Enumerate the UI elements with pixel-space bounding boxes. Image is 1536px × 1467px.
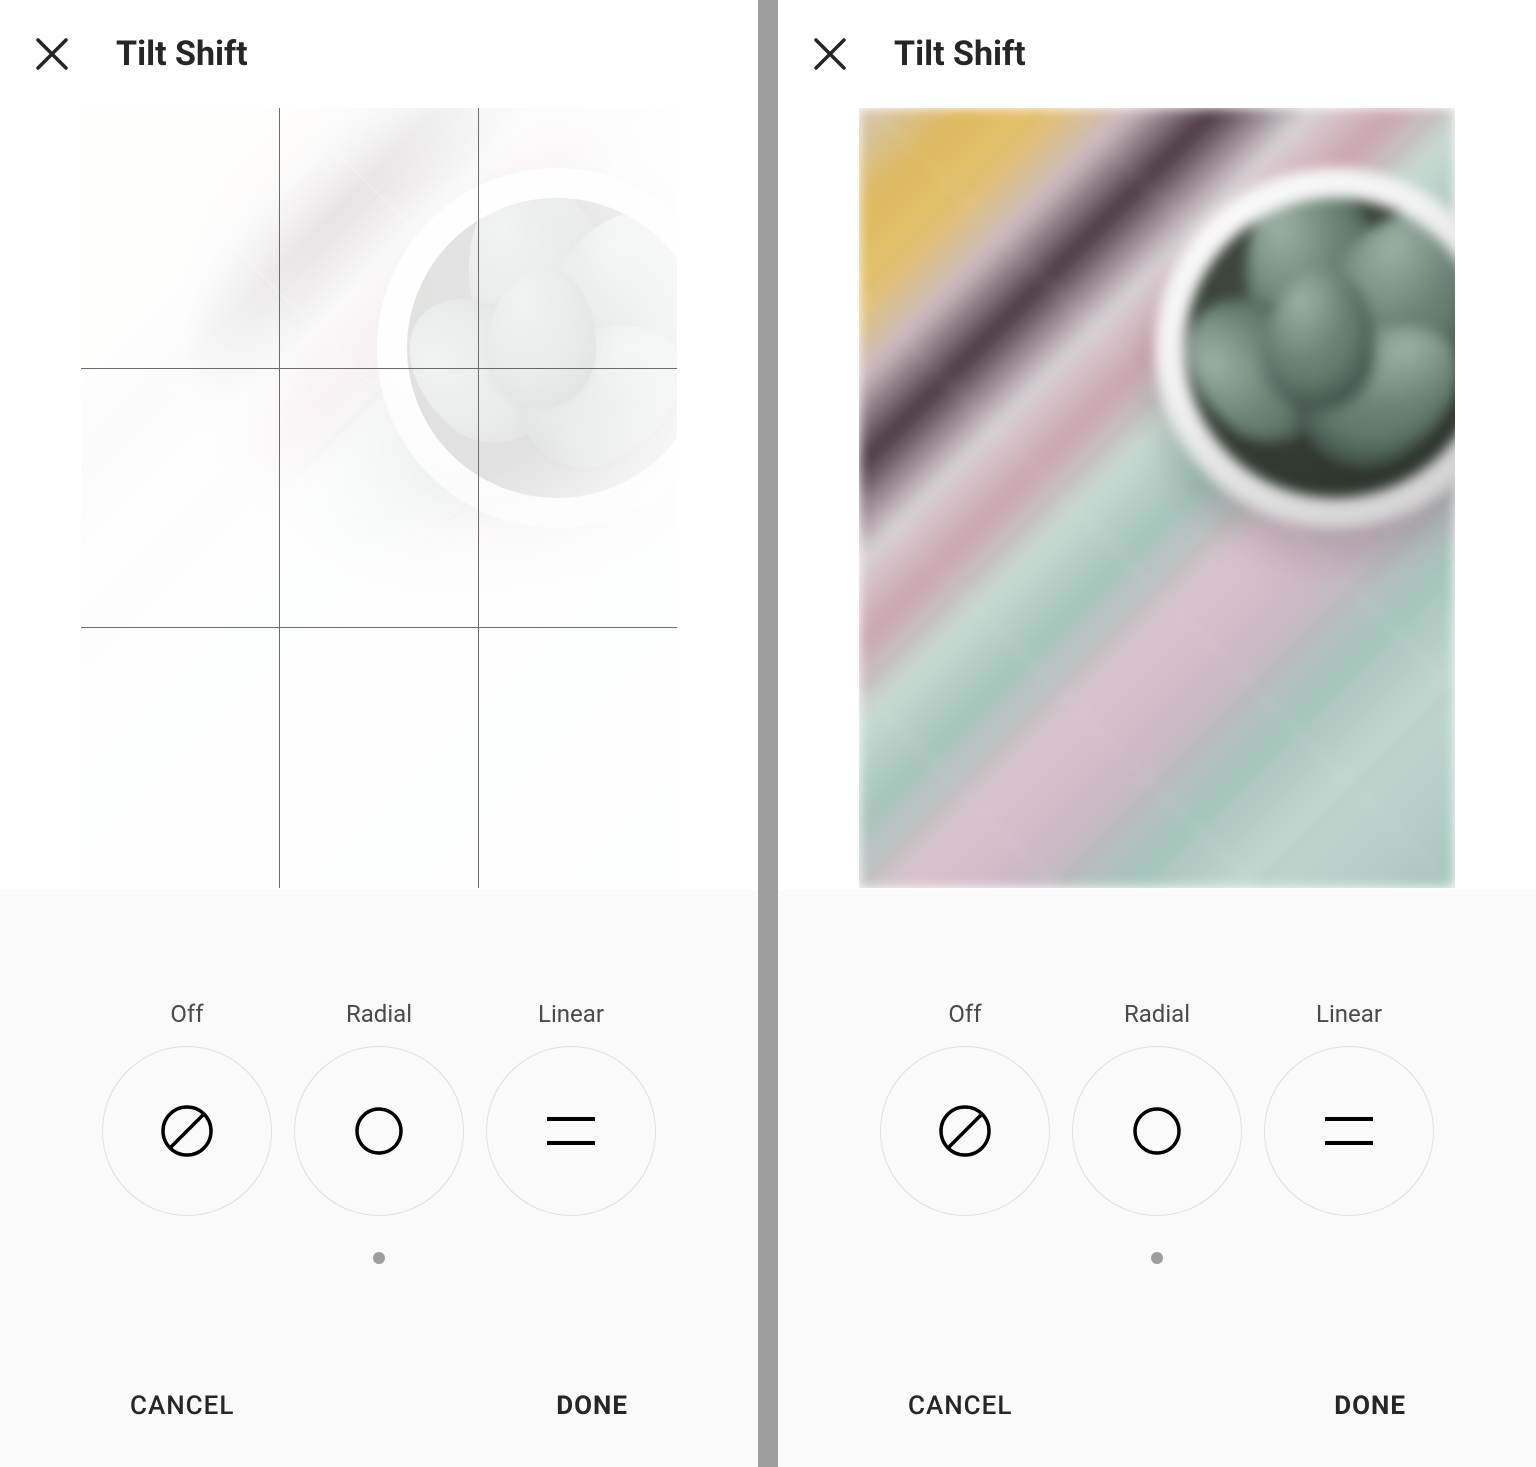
cancel-button[interactable]: CANCEL (908, 1391, 1012, 1421)
tilt-radial-icon (351, 1103, 407, 1159)
tilt-mode-options: Off Radial (778, 890, 1536, 1216)
photo-preview[interactable] (81, 108, 677, 888)
close-icon (812, 36, 848, 72)
option-label: Linear (538, 1000, 604, 1028)
option-off[interactable]: Off (95, 1000, 279, 1216)
controls-panel: Off Radial (778, 890, 1536, 1467)
tilt-off-icon (937, 1103, 993, 1159)
tilt-linear-icon (539, 1103, 603, 1159)
option-label: Off (948, 1000, 981, 1028)
page-indicator (778, 1216, 1536, 1264)
done-button[interactable]: DONE (1334, 1391, 1406, 1421)
tilt-radial-icon (1129, 1103, 1185, 1159)
option-label: Linear (1316, 1000, 1382, 1028)
option-label: Off (170, 1000, 203, 1028)
footer-actions: CANCEL DONE (778, 1345, 1536, 1467)
option-label: Radial (1124, 1000, 1190, 1028)
page-title: Tilt Shift (894, 34, 1026, 74)
option-radial[interactable]: Radial (1065, 1000, 1249, 1216)
cancel-button[interactable]: CANCEL (130, 1391, 234, 1421)
photo-preview[interactable] (859, 108, 1455, 888)
image-preview-area[interactable] (778, 108, 1536, 890)
header: Tilt Shift (0, 0, 758, 108)
footer-actions: CANCEL DONE (0, 1345, 758, 1467)
option-linear[interactable]: Linear (479, 1000, 663, 1216)
tilt-off-icon (159, 1103, 215, 1159)
close-button[interactable] (810, 34, 850, 74)
pane-divider (758, 0, 778, 1467)
option-radial[interactable]: Radial (287, 1000, 471, 1216)
image-preview-area[interactable] (0, 108, 758, 890)
page-title: Tilt Shift (116, 34, 248, 74)
option-label: Radial (346, 1000, 412, 1028)
close-icon (34, 36, 70, 72)
controls-panel: Off Radial (0, 890, 758, 1467)
page-indicator (0, 1216, 758, 1264)
option-linear[interactable]: Linear (1257, 1000, 1441, 1216)
tilt-mode-options: Off Radial (0, 890, 758, 1216)
tilt-shift-editor-left: Tilt Shift (0, 0, 758, 1467)
header: Tilt Shift (778, 0, 1536, 108)
option-off[interactable]: Off (873, 1000, 1057, 1216)
tilt-shift-editor-right: Tilt Shift (778, 0, 1536, 1467)
done-button[interactable]: DONE (556, 1391, 628, 1421)
tilt-linear-icon (1317, 1103, 1381, 1159)
tilt-shift-focus-region[interactable] (81, 108, 677, 888)
close-button[interactable] (32, 34, 72, 74)
page-dot (373, 1252, 385, 1264)
page-dot (1151, 1252, 1163, 1264)
